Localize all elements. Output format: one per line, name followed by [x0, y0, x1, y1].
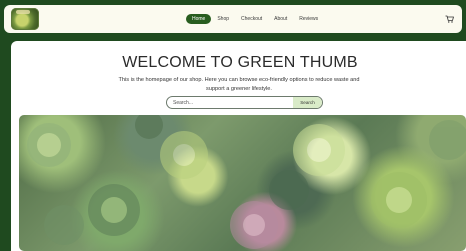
nav-link-about[interactable]: About	[268, 14, 293, 24]
search-input[interactable]	[173, 100, 283, 106]
cart-icon[interactable]	[445, 15, 454, 23]
nav-link-reviews[interactable]: Reviews	[293, 14, 324, 24]
main-content: WELCOME TO GREEN THUMB This is the homep…	[11, 41, 466, 251]
nav-links: Home Shop Checkout About Reviews	[186, 14, 324, 24]
search-button[interactable]: Search	[293, 97, 322, 108]
page-description: This is the homepage of our shop. Here y…	[118, 77, 360, 92]
logo[interactable]	[11, 8, 39, 30]
hero-image	[19, 115, 466, 251]
nav-link-shop[interactable]: Shop	[211, 14, 235, 24]
nav-link-checkout[interactable]: Checkout	[235, 14, 268, 24]
navbar: Home Shop Checkout About Reviews	[4, 5, 462, 33]
nav-link-home[interactable]: Home	[186, 14, 212, 24]
page-title: WELCOME TO GREEN THUMB	[122, 54, 358, 71]
succulents-image	[27, 115, 466, 249]
search-bar: Search	[166, 96, 323, 109]
